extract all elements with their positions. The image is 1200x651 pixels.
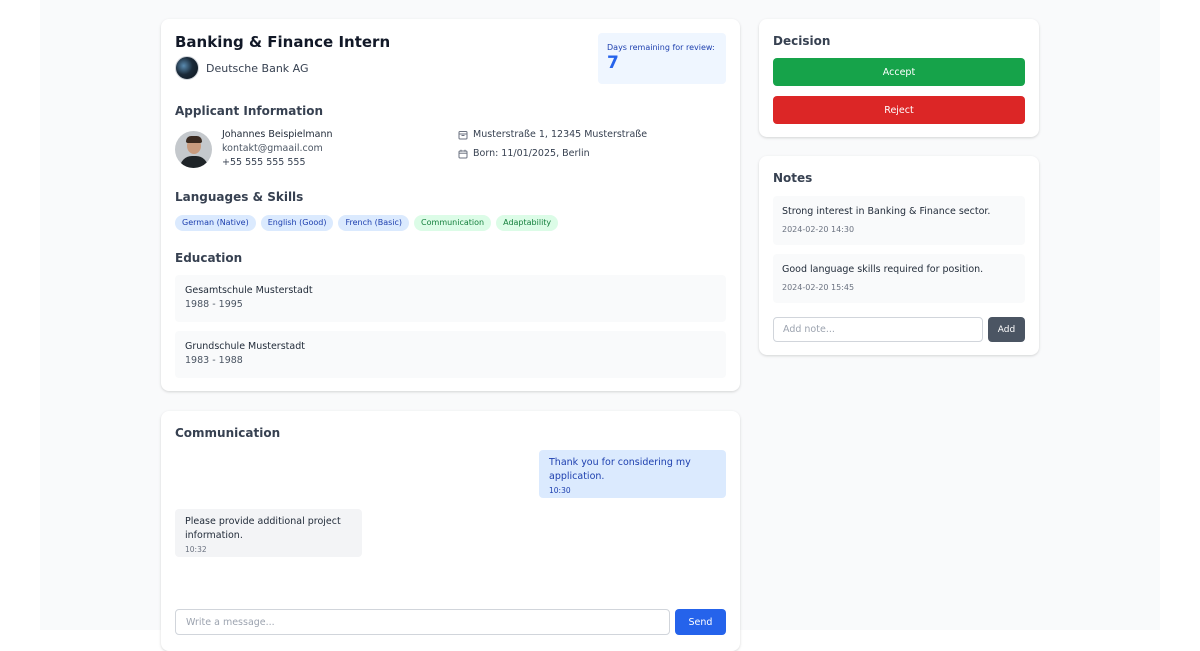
notes-card: Notes Strong interest in Banking & Finan…	[759, 156, 1039, 355]
note-text: Strong interest in Banking & Finance sec…	[782, 206, 991, 217]
communication-section-title: Communication	[175, 426, 281, 440]
applicant-phone: +55 555 555 555	[222, 157, 306, 168]
message-time: 10:30	[549, 486, 571, 495]
education-school: Grundschule Musterstadt	[185, 341, 305, 352]
message-input-placeholder: Write a message...	[186, 616, 275, 628]
accept-button[interactable]: Accept	[773, 58, 1025, 86]
send-button[interactable]: Send	[675, 609, 726, 635]
avatar	[175, 131, 212, 168]
skills-tags: German (Native) English (Good) French (B…	[175, 215, 559, 231]
applicant-address: Musterstraße 1, 12345 Musterstraße	[473, 129, 648, 140]
message-input[interactable]: Write a message...	[175, 609, 670, 635]
days-remaining-label: Days remaining for review:	[607, 43, 715, 52]
education-item: Grundschule Musterstadt 1983 - 1988	[175, 331, 726, 378]
days-remaining-box: Days remaining for review: 7	[598, 33, 726, 84]
note-input[interactable]: Add note...	[773, 317, 983, 342]
note-item: Good language skills required for positi…	[773, 254, 1025, 303]
message-text: Thank you for considering my application…	[549, 457, 691, 482]
days-remaining-value: 7	[607, 53, 619, 73]
note-item: Strong interest in Banking & Finance sec…	[773, 196, 1025, 245]
decision-title: Decision	[773, 34, 831, 48]
born-row: Born: 11/01/2025, Berlin	[458, 148, 590, 159]
page-background: Banking & Finance Intern Deutsche Bank A…	[40, 0, 1160, 651]
notes-title: Notes	[773, 171, 813, 185]
education-section-title: Education	[175, 251, 243, 265]
language-tag: German (Native)	[175, 215, 256, 231]
note-input-placeholder: Add note...	[783, 324, 835, 335]
communication-card: Communication Thank you for considering …	[161, 411, 740, 651]
add-note-button[interactable]: Add	[988, 317, 1025, 342]
address-row: Musterstraße 1, 12345 Musterstraße	[458, 129, 647, 140]
calendar-icon	[458, 149, 468, 158]
education-item: Gesamtschule Musterstadt 1988 - 1995	[175, 275, 726, 322]
decision-card: Decision Accept Reject	[759, 19, 1039, 137]
applicant-email: kontakt@gmaail.com	[222, 143, 323, 154]
note-time: 2024-02-20 14:30	[782, 225, 855, 234]
message-incoming: Please provide additional project inform…	[175, 509, 362, 557]
applicant-card: Banking & Finance Intern Deutsche Bank A…	[161, 19, 740, 391]
applicant-name: Johannes Beispielmann	[222, 129, 333, 140]
education-school: Gesamtschule Musterstadt	[185, 285, 313, 296]
message-text: Please provide additional project inform…	[185, 516, 341, 541]
education-years: 1988 - 1995	[185, 299, 243, 310]
skill-tag: Communication	[414, 215, 492, 231]
applicant-born: Born: 11/01/2025, Berlin	[473, 148, 590, 159]
note-text: Good language skills required for positi…	[782, 264, 984, 275]
language-tag: French (Basic)	[338, 215, 410, 231]
company-name: Deutsche Bank AG	[206, 61, 309, 75]
company-logo	[175, 56, 199, 80]
skill-tag: Adaptability	[496, 215, 559, 231]
skills-section-title: Languages & Skills	[175, 190, 304, 204]
message-time: 10:32	[185, 545, 207, 554]
building-icon	[458, 130, 468, 139]
applicant-section-title: Applicant Information	[175, 104, 323, 118]
message-outgoing: Thank you for considering my application…	[539, 450, 726, 498]
reject-button[interactable]: Reject	[773, 96, 1025, 124]
education-years: 1983 - 1988	[185, 355, 243, 366]
company: Deutsche Bank AG	[175, 56, 309, 80]
language-tag: English (Good)	[260, 215, 334, 231]
job-title: Banking & Finance Intern	[175, 33, 391, 51]
note-time: 2024-02-20 15:45	[782, 283, 855, 292]
